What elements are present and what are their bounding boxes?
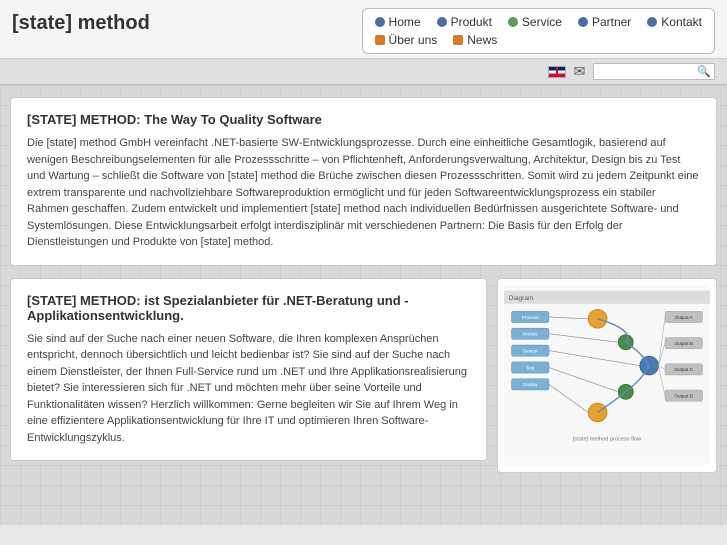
- nav-dot-partner: [578, 17, 588, 27]
- bottom-left-body: Sie sind auf der Suche nach einer neuen …: [27, 331, 470, 447]
- main-card-heading: [STATE] METHOD: The Way To Quality Softw…: [27, 112, 700, 127]
- header: [state] method Home Produkt Service Part…: [0, 0, 727, 59]
- nav-dot-news: [453, 35, 463, 45]
- nav-dot-home: [375, 17, 385, 27]
- diagram: Diagram Process Module Design Test Deplo…: [504, 285, 710, 465]
- nav-kontakt-label: Kontakt: [661, 15, 702, 29]
- email-icon[interactable]: ✉: [574, 63, 586, 80]
- search-input[interactable]: [597, 66, 697, 78]
- flag-icon[interactable]: [548, 66, 566, 78]
- svg-text:Output D: Output D: [674, 393, 693, 398]
- page-wrapper: [state] method Home Produkt Service Part…: [0, 0, 727, 545]
- search-box: 🔍: [593, 63, 715, 80]
- nav-produkt-label: Produkt: [451, 15, 492, 29]
- site-title: [state] method: [12, 8, 150, 35]
- nav-row-1: Home Produkt Service Partner Kontakt: [375, 15, 702, 29]
- nav-dot-kontakt: [647, 17, 657, 27]
- nav-kontakt[interactable]: Kontakt: [647, 15, 702, 29]
- nav-box: Home Produkt Service Partner Kontakt: [362, 8, 715, 54]
- svg-text:Process: Process: [522, 314, 540, 319]
- svg-text:Deploy: Deploy: [523, 382, 538, 387]
- svg-text:Design: Design: [523, 348, 538, 353]
- nav-produkt[interactable]: Produkt: [437, 15, 492, 29]
- nav-home-label: Home: [389, 15, 421, 29]
- bottom-row: [STATE] METHOD: ist Spezialanbieter für …: [10, 278, 717, 474]
- bottom-right-diagram: Diagram Process Module Design Test Deplo…: [497, 278, 717, 474]
- nav-service-label: Service: [522, 15, 562, 29]
- nav-partner-label: Partner: [592, 15, 631, 29]
- main-content: [STATE] METHOD: The Way To Quality Softw…: [0, 85, 727, 525]
- main-card-body: Die [state] method GmbH vereinfacht .NET…: [27, 135, 700, 251]
- svg-text:[state] method process flow: [state] method process flow: [573, 436, 642, 442]
- nav-dot-ueber: [375, 35, 385, 45]
- svg-text:Module: Module: [523, 331, 539, 336]
- nav-partner[interactable]: Partner: [578, 15, 631, 29]
- nav-service[interactable]: Service: [508, 15, 562, 29]
- svg-text:Output A: Output A: [675, 314, 694, 319]
- nav-dot-service: [508, 17, 518, 27]
- svg-text:Output B: Output B: [675, 341, 693, 346]
- nav-ueber-uns[interactable]: Über uns: [375, 33, 438, 47]
- bottom-left-card: [STATE] METHOD: ist Spezialanbieter für …: [10, 278, 487, 462]
- search-icon[interactable]: 🔍: [697, 65, 711, 78]
- svg-text:Output C: Output C: [674, 367, 693, 372]
- nav-home[interactable]: Home: [375, 15, 421, 29]
- nav-ueber-label: Über uns: [389, 33, 438, 47]
- nav-row-2: Über uns News: [375, 33, 702, 47]
- main-content-card: [STATE] METHOD: The Way To Quality Softw…: [10, 97, 717, 266]
- nav-news[interactable]: News: [453, 33, 497, 47]
- sub-header: ✉ 🔍: [0, 59, 727, 85]
- svg-text:Diagram: Diagram: [509, 295, 534, 302]
- bottom-left-heading: [STATE] METHOD: ist Spezialanbieter für …: [27, 293, 470, 323]
- nav-dot-produkt: [437, 17, 447, 27]
- diagram-svg: Diagram Process Module Design Test Deplo…: [504, 285, 710, 465]
- svg-text:Test: Test: [526, 365, 535, 370]
- nav-news-label: News: [467, 33, 497, 47]
